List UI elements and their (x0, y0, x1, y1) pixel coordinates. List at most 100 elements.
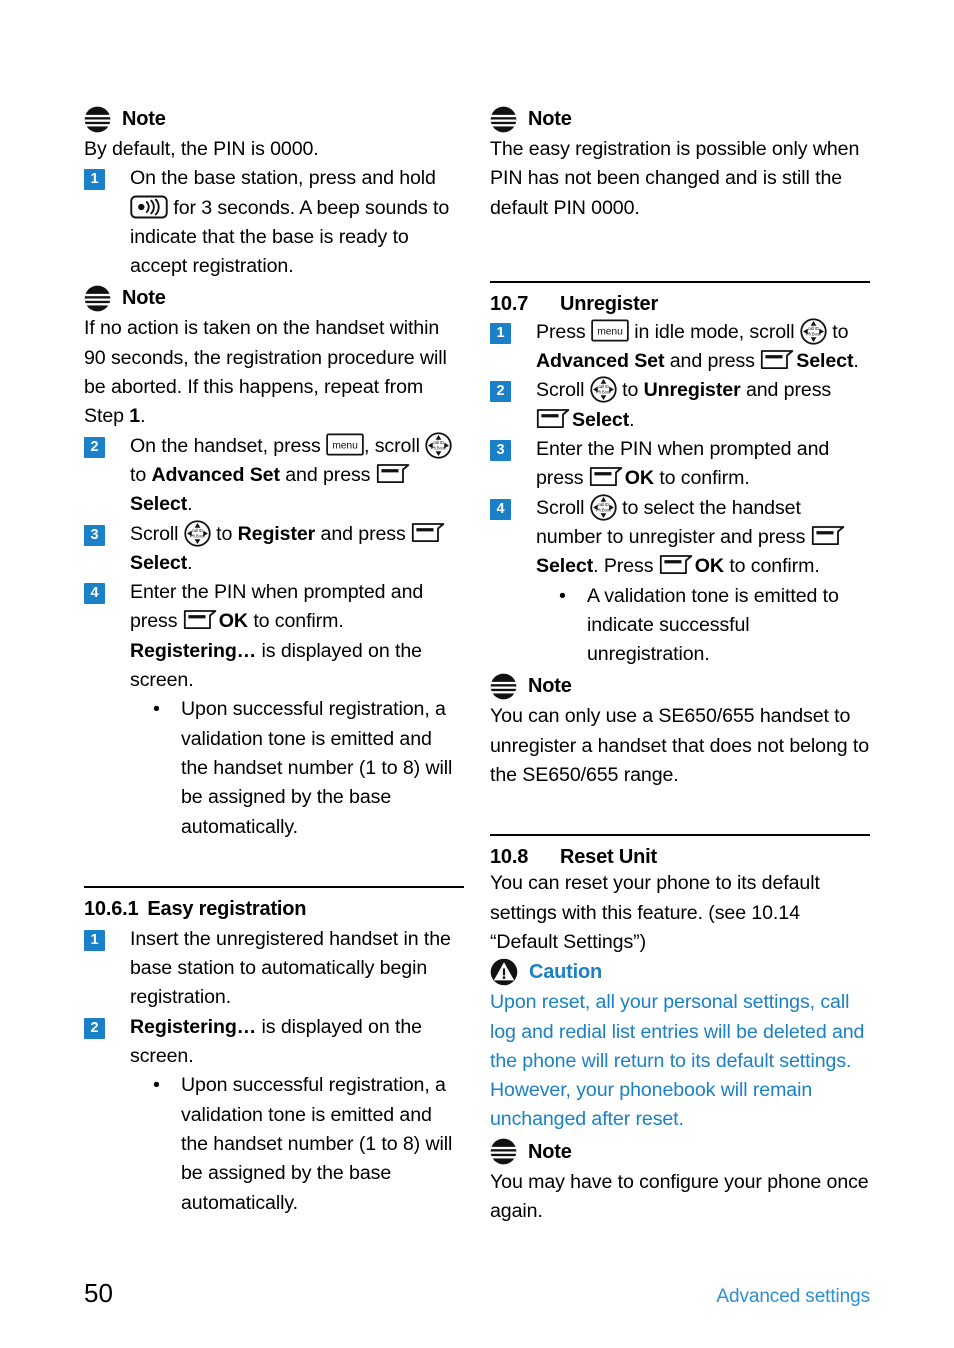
bullet-item: • Upon successful registration, a valida… (84, 695, 464, 841)
step-text-d: . (629, 408, 635, 431)
heading-gap (490, 283, 870, 293)
heading-gap (84, 888, 464, 898)
note-icon (490, 1138, 517, 1165)
section-title: Unregister (560, 292, 659, 315)
caution-label: Caution (529, 961, 603, 984)
step-text-bold-select: Select (796, 350, 854, 373)
step-text-bold-unregister: Unregister (643, 379, 741, 402)
section-heading-108: 10.8 Reset Unit (490, 846, 870, 869)
step-item: 2 On the handset, press menu , scroll cal… (84, 432, 464, 520)
step-number: 2 (84, 436, 105, 458)
step-text-a: Scroll (536, 379, 590, 402)
note-icon (84, 106, 111, 132)
note-text: By default, the PIN is 0000. (84, 138, 319, 160)
step-number: 2 (490, 381, 511, 403)
step-text-e: . (853, 350, 859, 373)
step-text-bold-register: Register (237, 522, 316, 545)
step-number: 3 (84, 524, 105, 546)
note-callout-header: Note (84, 283, 464, 313)
step-text-b: to confirm. (247, 610, 344, 633)
section-number: 10.7 (490, 292, 529, 315)
step-text: Enter the PIN when prompted and press OK… (130, 578, 464, 695)
right-column: Note The easy registration is possible o… (490, 104, 870, 1226)
left-column: Note By default, the PIN is 0000. 1 On t… (84, 104, 464, 1226)
step-text: Insert the unregistered handset in the b… (130, 927, 451, 1009)
svg-text:menu: menu (332, 440, 358, 451)
step-text-a: Scroll (536, 496, 590, 519)
step-text: On the base station, press and hold for … (130, 164, 464, 281)
step-item: 4 Enter the PIN when prompted and press … (84, 578, 464, 695)
step-text-bold-ok: OK (694, 555, 724, 578)
step-item: 1 On the base station, press and hold fo… (84, 164, 464, 281)
note-text: The easy registration is possible only w… (490, 138, 860, 219)
step-text: Enter the PIN when prompted and press OK… (536, 435, 870, 494)
step-item: 1 Insert the unregistered handset in the… (84, 925, 464, 1013)
note-label: Note (528, 108, 572, 130)
note-callout-header: Note (490, 104, 870, 134)
section-heading-1061: 10.6.1 Easy registration (84, 898, 464, 921)
step-text-a: On the base station, press and hold (130, 167, 436, 190)
note-callout-header: Note (490, 1137, 870, 1167)
svg-text:Ph.Book: Ph.Book (596, 390, 612, 395)
softkey-icon (659, 555, 693, 575)
softkey-icon (811, 526, 844, 545)
bullet-item: • Upon successful registration, a valida… (84, 1071, 464, 1217)
note-text: You may have to configure your phone onc… (490, 1170, 869, 1223)
step-text-d: to confirm. (723, 555, 820, 578)
step-text-bold-ok: OK (624, 467, 654, 490)
step-text-c: and press (315, 522, 412, 545)
caution-text: Upon reset, all your personal settings, … (490, 991, 865, 1131)
note-icon (490, 106, 517, 132)
softkey-icon (761, 350, 794, 370)
svg-text:menu: menu (597, 326, 623, 337)
note-label: Note (122, 287, 166, 310)
menu-key-icon: menu (326, 433, 364, 456)
note-icon (490, 673, 517, 700)
step-item: 2 Registering… is displayed on the scree… (84, 1013, 464, 1072)
svg-text:call ID: call ID (598, 385, 609, 390)
section-heading-107: 10.7 Unregister (490, 293, 870, 316)
section-number: 10.8 (490, 846, 529, 869)
step-text: Scroll call ID Ph.Book to select the hand… (536, 494, 870, 582)
bullet-dot: • (559, 584, 566, 607)
step-text-bold-select: Select (130, 493, 188, 516)
svg-text:call ID: call ID (192, 528, 203, 533)
step-number: 1 (490, 322, 511, 344)
navigation-key-icon: call IDPh.Book (590, 494, 617, 521)
step-text-bold-registering: Registering… (130, 639, 257, 662)
navigation-key-icon: call IDPh.Book (590, 376, 617, 404)
note-text-c: . (140, 405, 146, 428)
step-text-d: and press (279, 463, 376, 486)
two-column-layout: Note By default, the PIN is 0000. 1 On t… (84, 104, 870, 1226)
step-number: 4 (490, 498, 511, 520)
step-text-c: to (130, 463, 152, 486)
step-text: On the handset, press menu , scroll call … (130, 432, 464, 520)
heading-gap (490, 836, 870, 846)
step-number: 4 (84, 583, 105, 605)
section-title: Reset Unit (560, 846, 657, 869)
step-text-c: to (826, 320, 849, 343)
step-number: 1 (84, 929, 105, 951)
softkey-icon (183, 610, 217, 630)
svg-text:Ph.Book: Ph.Book (596, 507, 612, 512)
note-text: If no action is taken on the handset wit… (84, 314, 464, 431)
svg-text:call ID: call ID (433, 440, 444, 445)
footer-section-title: Advanced settings (716, 1286, 870, 1307)
page-number: 50 (84, 1278, 113, 1308)
caution-icon (490, 958, 518, 986)
step-text: Scroll call ID Ph.Book to Unregister and … (536, 376, 870, 435)
step-item: 2 Scroll call ID Ph.Book to Unregister an… (490, 376, 870, 435)
navigation-key-icon: call IDPh.Book (184, 519, 211, 547)
paging-key-icon (130, 195, 168, 219)
navigation-key-icon: call IDPh.Book (425, 432, 452, 459)
menu-key-icon: menu (591, 319, 629, 342)
step-text-c: . Press (593, 555, 659, 578)
step-text-c: and press (740, 379, 832, 402)
svg-text:Ph.Book: Ph.Book (431, 445, 447, 450)
step-text-d: . (187, 551, 193, 574)
softkey-icon (411, 522, 445, 542)
step-text-b: to confirm. (653, 467, 750, 490)
step-text-b: to (616, 379, 644, 402)
